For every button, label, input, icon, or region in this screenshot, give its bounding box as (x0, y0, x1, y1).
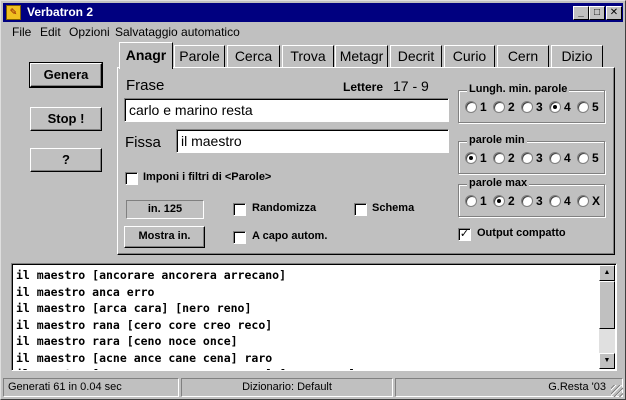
radio-button-icon[interactable] (465, 152, 477, 164)
tab-cerca[interactable]: Cerca (227, 45, 280, 67)
help-button[interactable]: ? (30, 148, 102, 172)
a-capo-autom-label: A capo autom. (252, 230, 328, 242)
output-line[interactable]: il maestro rara [ceno noce once] (16, 333, 596, 350)
radio-option-label: 2 (508, 151, 515, 165)
radio-option-label: X (592, 194, 601, 208)
randomizza-label: Randomizza (252, 202, 317, 214)
radio-option-label: 1 (480, 100, 487, 114)
output-line[interactable]: il maestro [acre care cera crea reca] [a… (16, 366, 596, 370)
anagram-output-list[interactable]: il maestro [ancorare ancorera arrecano] i… (11, 263, 617, 371)
radio-option-label: 1 (480, 194, 487, 208)
scroll-up-arrow-icon[interactable]: ▲ (599, 265, 615, 281)
parole-min-title: parole min (467, 134, 527, 146)
iteration-counter: in. 125 (126, 200, 204, 219)
radio-button-icon[interactable] (521, 195, 533, 207)
menu-bar: File Edit Opzioni Salvataggio automatico (3, 23, 623, 41)
lungh-min-parole-group: Lungh. min. parole 1 2 3 4 5 (458, 83, 605, 123)
radio-button-icon[interactable] (521, 101, 533, 113)
tab-dizio[interactable]: Dizio (551, 45, 603, 67)
output-line[interactable]: il maestro anca erro (16, 284, 596, 301)
scroll-thumb[interactable] (599, 281, 615, 329)
parole-min-group: parole min 1 2 3 4 5 (458, 134, 605, 174)
radio-option-label: 3 (536, 151, 543, 165)
radio-option-label: 4 (564, 151, 571, 165)
window-title: Verbatron 2 (27, 5, 94, 19)
resize-grip-icon[interactable] (611, 385, 623, 397)
radio-button-icon[interactable] (577, 152, 589, 164)
radio-option-label: 2 (508, 194, 515, 208)
menu-salvataggio-automatico[interactable]: Salvataggio automatico (115, 25, 240, 39)
imponi-filtri-checkbox[interactable] (125, 172, 138, 185)
a-capo-autom-checkbox[interactable] (233, 231, 246, 244)
output-lines: il maestro [ancorare ancorera arrecano] i… (16, 267, 596, 370)
output-compatto-label: Output compatto (477, 227, 566, 239)
status-credit: G.Resta '03 (395, 378, 623, 397)
output-scrollbar[interactable]: ▲ ▼ (599, 265, 615, 369)
menu-edit[interactable]: Edit (40, 25, 61, 39)
parole-max-title: parole max (467, 177, 530, 189)
radio-option-label: 1 (480, 151, 487, 165)
radio-option-label: 4 (564, 194, 571, 208)
radio-button-icon[interactable] (577, 101, 589, 113)
close-button[interactable]: ✕ (606, 6, 622, 20)
radio-option-label: 3 (536, 100, 543, 114)
mostra-in-button[interactable]: Mostra in. (124, 226, 205, 248)
parole-max-group: parole max 1 2 3 4 X (458, 177, 605, 217)
status-dictionary: Dizionario: Default (181, 378, 393, 397)
lettere-value: 17 - 9 (393, 78, 429, 94)
stop-button[interactable]: Stop ! (30, 107, 102, 131)
tab-anagr[interactable]: Anagr (119, 42, 173, 69)
radio-button-icon[interactable] (465, 101, 477, 113)
fissa-label: Fissa (125, 134, 161, 151)
radio-option-label: 2 (508, 100, 515, 114)
tab-metagr[interactable]: Metagr (335, 45, 388, 67)
status-generated: Generati 61 in 0.04 sec (3, 378, 179, 397)
randomizza-checkbox[interactable] (233, 203, 246, 216)
radio-button-icon[interactable] (549, 152, 561, 164)
frase-label: Frase (126, 77, 165, 94)
radio-option-label: 3 (536, 194, 543, 208)
frase-input[interactable]: carlo e marino resta (124, 98, 449, 122)
radio-button-icon[interactable] (493, 195, 505, 207)
radio-button-icon[interactable] (549, 195, 561, 207)
output-line[interactable]: il maestro [ancorare ancorera arrecano] (16, 267, 596, 284)
schema-checkbox[interactable] (354, 203, 367, 216)
schema-label: Schema (372, 202, 415, 214)
output-line[interactable]: il maestro rana [cero core creo reco] (16, 317, 596, 334)
lettere-label: Lettere (343, 80, 384, 94)
maximize-button[interactable]: □ (589, 6, 605, 20)
radio-button-icon[interactable] (577, 195, 589, 207)
output-compatto-checkbox[interactable]: ✓ (458, 228, 471, 241)
tab-trova[interactable]: Trova (282, 45, 334, 67)
main-window: ✎ Verbatron 2 _ □ ✕ File Edit Opzioni Sa… (0, 0, 626, 400)
radio-button-icon[interactable] (493, 101, 505, 113)
radio-button-icon[interactable] (493, 152, 505, 164)
radio-option-label: 5 (592, 151, 599, 165)
output-line[interactable]: il maestro [arca cara] [nero reno] (16, 300, 596, 317)
app-icon[interactable]: ✎ (6, 5, 21, 20)
radio-option-label: 4 (564, 100, 571, 114)
radio-button-icon[interactable] (549, 101, 561, 113)
tab-curio[interactable]: Curio (444, 45, 495, 67)
tab-parole[interactable]: Parole (174, 45, 225, 67)
fissa-input[interactable]: il maestro (176, 129, 449, 153)
output-line[interactable]: il maestro [acne ance cane cena] raro (16, 350, 596, 367)
radio-button-icon[interactable] (521, 152, 533, 164)
radio-option-label: 5 (592, 100, 599, 114)
title-bar[interactable]: ✎ Verbatron 2 _ □ ✕ (3, 3, 623, 22)
genera-button[interactable]: Genera (29, 62, 103, 88)
tab-cern[interactable]: Cern (497, 45, 549, 67)
scroll-down-arrow-icon[interactable]: ▼ (599, 353, 615, 369)
imponi-filtri-label: Imponi i filtri di <Parole> (143, 171, 272, 183)
lungh-min-parole-title: Lungh. min. parole (467, 83, 570, 95)
menu-file[interactable]: File (12, 25, 31, 39)
menu-opzioni[interactable]: Opzioni (69, 25, 110, 39)
tab-decrit[interactable]: Decrit (390, 45, 442, 67)
minimize-button[interactable]: _ (573, 6, 589, 20)
radio-button-icon[interactable] (465, 195, 477, 207)
status-bar: Generati 61 in 0.04 sec Dizionario: Defa… (3, 378, 623, 397)
